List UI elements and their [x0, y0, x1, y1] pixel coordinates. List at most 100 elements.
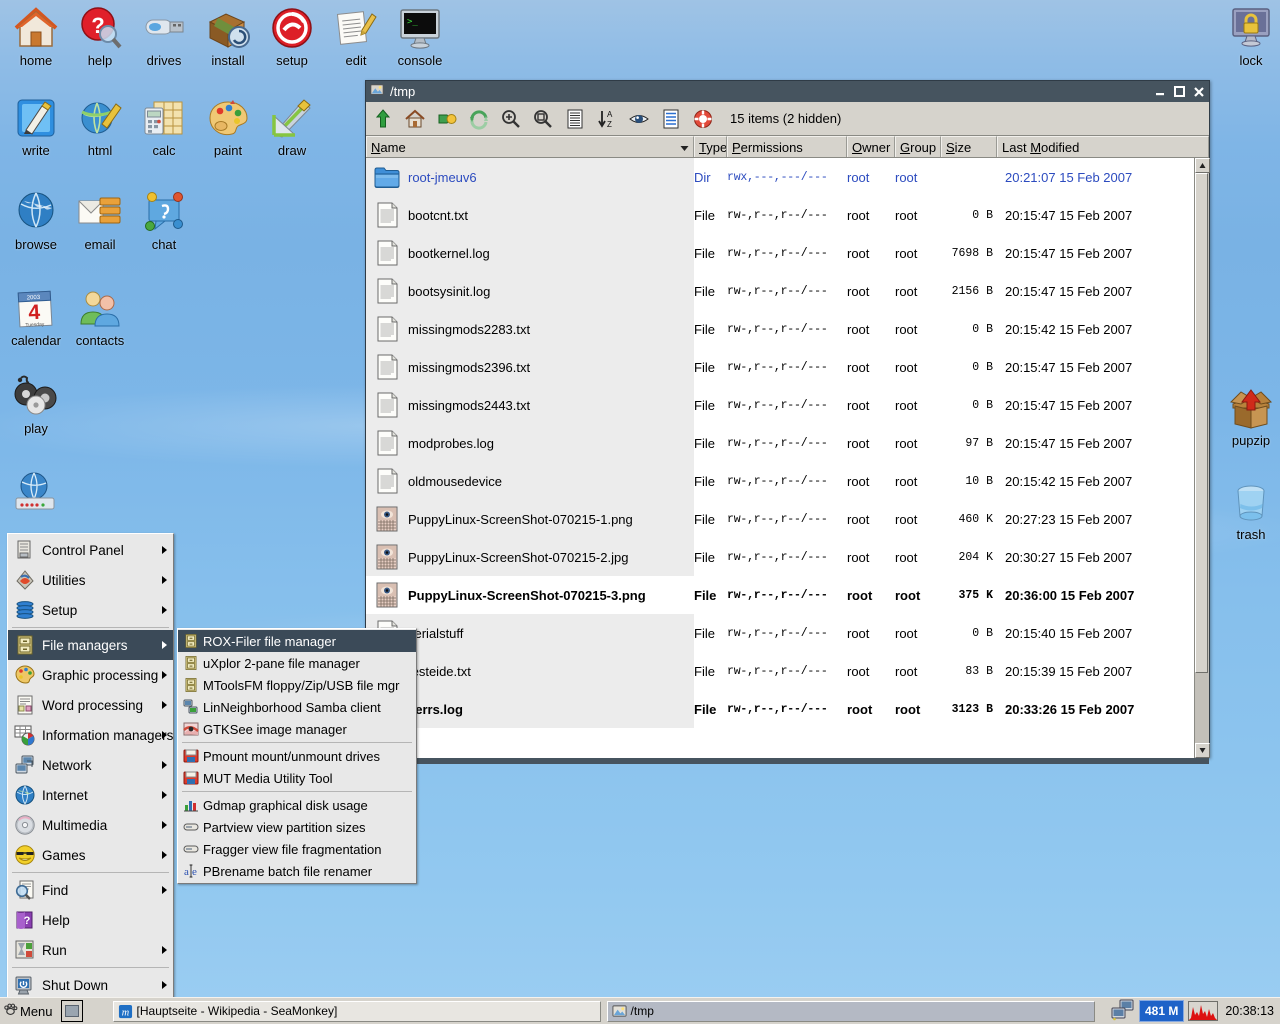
menu-item-help[interactable]: ?Help [8, 905, 173, 935]
menu-item-run[interactable]: Run [8, 935, 173, 965]
help-icon[interactable] [692, 108, 714, 130]
submenu-item-mut[interactable]: MUT Media Utility Tool [178, 767, 416, 789]
zoom-fit-icon[interactable] [532, 108, 554, 130]
file-name[interactable]: oldmousedevice [408, 474, 694, 489]
file-row[interactable]: missingmods2443.txtFilerw-,r--,r--/---ro… [366, 386, 1194, 424]
column-header-permissions[interactable]: Permissions [727, 136, 847, 157]
desktop-icon-edit[interactable]: edit [320, 4, 392, 68]
file-name[interactable]: bootkernel.log [408, 246, 694, 261]
desktop-icon-calc[interactable]: calc [128, 94, 200, 158]
submenu-item-partview[interactable]: Partview view partition sizes [178, 816, 416, 838]
menu-item-multimedia[interactable]: Multimedia [8, 810, 173, 840]
column-header-size[interactable]: Size [941, 136, 997, 157]
task-button-tmp[interactable]: /tmp [607, 1001, 1095, 1022]
file-row[interactable]: testeide.txtFilerw-,r--,r--/---rootroot8… [366, 652, 1194, 690]
submenu-item-pbrename[interactable]: aePBrename batch file renamer [178, 860, 416, 882]
file-row[interactable]: modprobes.logFilerw-,r--,r--/---rootroot… [366, 424, 1194, 462]
desktop-icon-console[interactable]: >_console [384, 4, 456, 68]
file-name[interactable]: missingmods2443.txt [408, 398, 694, 413]
bookmarks-icon[interactable] [436, 108, 458, 130]
submenu-item-gtksee[interactable]: GTKSee image manager [178, 718, 416, 740]
file-name[interactable]: root-jmeuv6 [408, 170, 694, 185]
column-header-group[interactable]: Group [895, 136, 941, 157]
network-monitor-icon[interactable] [1111, 999, 1135, 1024]
start-menu-button[interactable]: Menu [1, 1000, 58, 1022]
file-name[interactable]: bootsysinit.log [408, 284, 694, 299]
window-titlebar[interactable]: /tmp [366, 81, 1209, 102]
file-row[interactable]: PuppyLinux-ScreenShot-070215-2.jpgFilerw… [366, 538, 1194, 576]
submenu-item-uxplor[interactable]: uXplor 2-pane file manager [178, 652, 416, 674]
task-button-seamonkey[interactable]: m [Hauptseite - Wikipedia - SeaMonkey] [113, 1001, 601, 1022]
desktop-icon-lock[interactable]: lock [1215, 4, 1280, 68]
desktop-pager[interactable] [61, 1000, 83, 1022]
menu-item-graphic-processing[interactable]: Graphic processing [8, 660, 173, 690]
file-list[interactable]: root-jmeuv6Dirrwx,---,---/---rootroot20:… [366, 158, 1194, 758]
start-menu[interactable]: Control PanelUtilitiesSetup File managers… [7, 533, 174, 1002]
file-name[interactable]: xerrs.log [408, 702, 694, 717]
column-header-last-modified[interactable]: Last Modified [997, 136, 1209, 157]
submenu-item-linneighborhood[interactable]: LinNeighborhood Samba client [178, 696, 416, 718]
file-manager-toolbar[interactable]: A Z [366, 102, 1209, 136]
pager-workspace-1[interactable] [65, 1005, 79, 1017]
column-header-row[interactable]: NameTypePermissionsOwnerGroupSizeLast Mo… [366, 136, 1209, 158]
memory-usage-indicator[interactable]: 481 M [1139, 1000, 1184, 1022]
menu-item-setup[interactable]: Setup [8, 595, 173, 625]
menu-item-find[interactable]: Find [8, 875, 173, 905]
file-row[interactable]: root-jmeuv6Dirrwx,---,---/---rootroot20:… [366, 158, 1194, 196]
column-header-name[interactable]: Name [366, 136, 694, 157]
file-row[interactable]: bootcnt.txtFilerw-,r--,r--/---rootroot0 … [366, 196, 1194, 234]
minimize-button[interactable] [1152, 84, 1169, 100]
desktop-icon-email[interactable]: email [64, 188, 136, 252]
desktop-icon-network-drive[interactable] [0, 470, 72, 519]
desktop-icon-play[interactable]: play [0, 372, 72, 436]
menu-item-file-managers[interactable]: File managers [8, 630, 173, 660]
file-list-area[interactable]: root-jmeuv6Dirrwx,---,---/---rootroot20:… [366, 158, 1209, 758]
desktop-icon-drives[interactable]: drives [128, 4, 200, 68]
desktop-icon-draw[interactable]: draw [256, 94, 328, 158]
show-hidden-icon[interactable] [628, 108, 650, 130]
menu-item-information-managers[interactable]: Information managers [8, 720, 173, 750]
zoom-in-icon[interactable] [500, 108, 522, 130]
file-row[interactable]: serialstuffFilerw-,r--,r--/---rootroot0 … [366, 614, 1194, 652]
desktop-icon-calendar[interactable]: 20034Tuesdaycalendar [0, 284, 72, 348]
menu-item-shut-down[interactable]: Shut Down [8, 970, 173, 1000]
desktop-icon-pupzip[interactable]: pupzip [1215, 384, 1280, 448]
submenu-item-fragger[interactable]: Fragger view file fragmentation [178, 838, 416, 860]
desktop-icon-trash[interactable]: trash [1215, 478, 1280, 542]
menu-item-games[interactable]: Games [8, 840, 173, 870]
menu-item-network[interactable]: Network [8, 750, 173, 780]
file-row[interactable]: missingmods2283.txtFilerw-,r--,r--/---ro… [366, 310, 1194, 348]
file-row[interactable]: bootsysinit.logFilerw-,r--,r--/---rootro… [366, 272, 1194, 310]
vertical-scrollbar[interactable] [1194, 158, 1209, 758]
menu-item-utilities[interactable]: Utilities [8, 565, 173, 595]
file-name[interactable]: serialstuff [408, 626, 694, 641]
system-tray[interactable]: 481 M 20:38:13 [1111, 999, 1277, 1024]
submenu-item-gdmap[interactable]: Gdmap graphical disk usage [178, 794, 416, 816]
desktop-icon-html[interactable]: html [64, 94, 136, 158]
column-header-owner[interactable]: Owner [847, 136, 895, 157]
maximize-button[interactable] [1171, 84, 1188, 100]
desktop-icon-install[interactable]: install [192, 4, 264, 68]
file-row[interactable]: PuppyLinux-ScreenShot-070215-1.pngFilerw… [366, 500, 1194, 538]
file-name[interactable]: PuppyLinux-ScreenShot-070215-1.png [408, 512, 694, 527]
menu-item-internet[interactable]: Internet [8, 780, 173, 810]
file-name[interactable]: modprobes.log [408, 436, 694, 451]
clock[interactable]: 20:38:13 [1222, 1004, 1277, 1018]
scrollbar-track[interactable] [1195, 173, 1209, 743]
file-name[interactable]: testeide.txt [408, 664, 694, 679]
file-name[interactable]: PuppyLinux-ScreenShot-070215-3.png [408, 588, 694, 603]
file-row[interactable]: oldmousedeviceFilerw-,r--,r--/---rootroo… [366, 462, 1194, 500]
file-name[interactable]: PuppyLinux-ScreenShot-070215-2.jpg [408, 550, 694, 565]
close-button[interactable] [1190, 84, 1207, 100]
menu-item-control-panel[interactable]: Control Panel [8, 535, 173, 565]
file-row[interactable]: missingmods2396.txtFilerw-,r--,r--/---ro… [366, 348, 1194, 386]
file-row[interactable]: PuppyLinux-ScreenShot-070215-3.pngFilerw… [366, 576, 1194, 614]
desktop-icon-help[interactable]: ?help [64, 4, 136, 68]
sort-az-icon[interactable]: A Z [596, 108, 618, 130]
submenu-item-pmount[interactable]: Pmount mount/unmount drives [178, 745, 416, 767]
menu-item-word-processing[interactable]: Word processing [8, 690, 173, 720]
desktop-icon-write[interactable]: write [0, 94, 72, 158]
scrollbar-thumb[interactable] [1195, 173, 1208, 673]
thumbnails-icon[interactable] [660, 108, 682, 130]
scroll-down-button[interactable] [1195, 743, 1210, 758]
